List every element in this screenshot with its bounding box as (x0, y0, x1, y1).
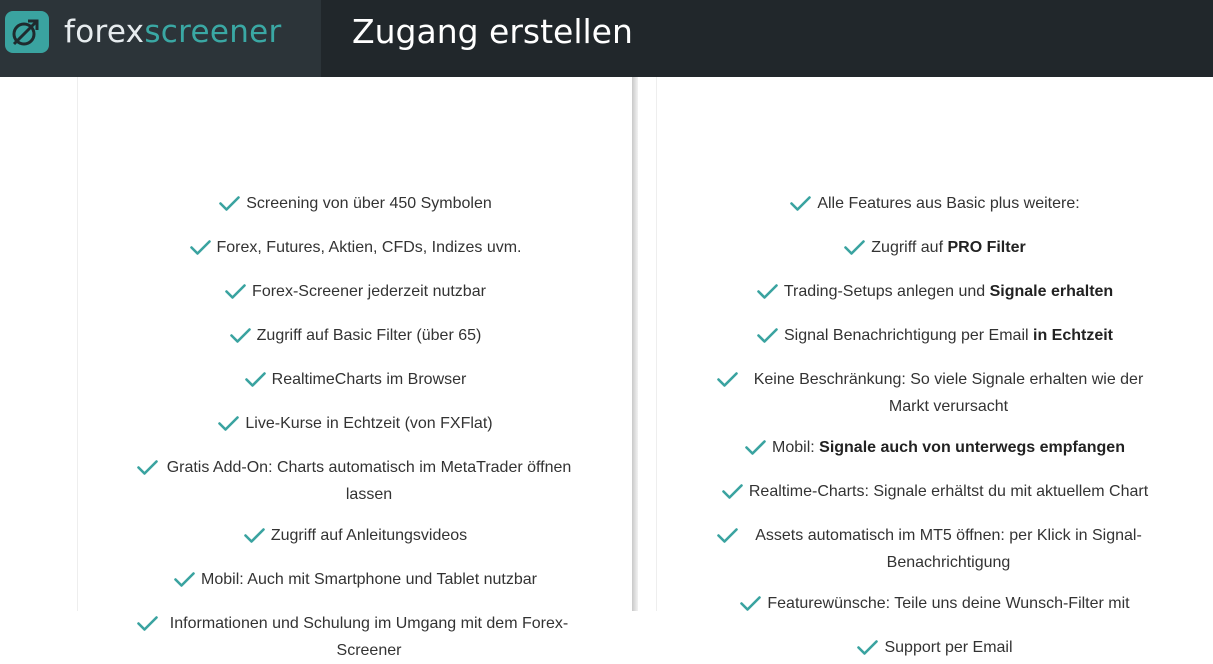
checkmark-icon (244, 372, 266, 388)
feature-highlight: in Echtzeit (1033, 327, 1114, 344)
feature-text: Signal Benachrichtigung per Email in Ech… (783, 327, 1114, 344)
feature-text: Live-Kurse in Echtzeit (von FXFlat) (245, 415, 493, 432)
logo[interactable]: forexscreener (0, 0, 321, 77)
feature-text: Trading-Setups anlegen und Signale erhal… (783, 283, 1114, 300)
feature-text: Keine Beschränkung: So viele Signale erh… (753, 371, 1144, 415)
feature-text: Zugriff auf PRO Filter (871, 239, 1026, 256)
feature-text: Mobil: Signale auch von unterwegs empfan… (772, 439, 1125, 456)
checkmark-icon (740, 596, 762, 612)
basic-feature-item: Mobil: Auch mit Smartphone und Tablet nu… (78, 566, 633, 593)
pro-feature-item: Keine Beschränkung: So viele Signale erh… (657, 366, 1213, 420)
checkmark-icon (716, 528, 738, 544)
basic-feature-item: Screening von über 450 Symbolen (78, 190, 633, 217)
feature-text: Forex, Futures, Aktien, CFDs, Indizes uv… (216, 239, 522, 256)
feature-text: Support per Email (884, 639, 1013, 656)
pro-feature-item: Mobil: Signale auch von unterwegs empfan… (657, 434, 1213, 461)
checkmark-icon (857, 640, 879, 656)
feature-text: RealtimeCharts im Browser (271, 371, 467, 388)
feature-text: Zugriff auf Anleitungsvideos (270, 527, 468, 544)
basic-feature-item: Zugriff auf Anleitungsvideos (78, 522, 633, 549)
pro-feature-item: Realtime-Charts: Signale erhältst du mit… (657, 478, 1213, 505)
feature-text: Gratis Add-On: Charts automatisch im Met… (166, 459, 572, 503)
feature-text: Realtime-Charts: Signale erhältst du mit… (748, 483, 1149, 500)
feature-text: Informationen und Schulung im Umgang mit… (169, 615, 569, 659)
checkmark-icon (790, 196, 812, 212)
checkmark-icon (757, 284, 778, 300)
page-title: Zugang erstellen (352, 12, 633, 51)
checkmark-icon (229, 328, 251, 344)
pro-feature-item: Support per Email (657, 634, 1213, 661)
feature-text: Featurewünsche: Teile uns deine Wunsch-F… (767, 595, 1130, 612)
checkmark-icon (716, 372, 738, 388)
feature-highlight: Signale auch von unterwegs empfangen (819, 439, 1125, 456)
feature-text: Zugriff auf Basic Filter (über 65) (256, 327, 482, 344)
top-bar: forexscreener Zugang erstellen (0, 0, 1213, 77)
feature-text: Alle Features aus Basic plus weitere: (817, 195, 1080, 212)
logo-wordmark: forexscreener (64, 14, 282, 50)
pro-feature-item: Featurewünsche: Teile uns deine Wunsch-F… (657, 590, 1213, 617)
basic-feature-item: RealtimeCharts im Browser (78, 366, 633, 393)
checkmark-icon (745, 440, 766, 456)
basic-feature-item: Forex, Futures, Aktien, CFDs, Indizes uv… (78, 234, 633, 261)
pro-feature-item: Zugriff auf PRO Filter (657, 234, 1213, 261)
checkmark-icon (189, 240, 211, 256)
pro-feature-item: Trading-Setups anlegen und Signale erhal… (657, 278, 1213, 305)
feature-text: Assets automatisch im MT5 öffnen: per Kl… (755, 527, 1142, 571)
checkmark-icon (244, 528, 265, 544)
pro-plan-card: Alle Features aus Basic plus weitere: Zug… (656, 77, 1213, 656)
pro-feature-item: Signal Benachrichtigung per Email in Ech… (657, 322, 1213, 349)
feature-highlight: PRO Filter (947, 239, 1026, 256)
checkmark-icon (757, 328, 778, 344)
logo-arrow-icon (5, 11, 49, 53)
pro-feature-item: Assets automatisch im MT5 öffnen: per Kl… (657, 522, 1213, 576)
pro-feature-item: Alle Features aus Basic plus weitere: (657, 190, 1213, 217)
checkmark-icon (225, 284, 246, 300)
feature-text: Mobil: Auch mit Smartphone und Tablet nu… (201, 571, 537, 588)
basic-plan-card: Screening von über 450 Symbolen Forex, Fu… (77, 77, 633, 659)
checkmark-icon (219, 196, 241, 212)
basic-feature-item: Live-Kurse in Echtzeit (von FXFlat) (78, 410, 633, 437)
checkmark-icon (137, 616, 158, 632)
checkmark-icon (844, 240, 866, 256)
basic-feature-item: Gratis Add-On: Charts automatisch im Met… (78, 454, 633, 508)
checkmark-icon (722, 484, 743, 500)
basic-feature-item: Forex-Screener jederzeit nutzbar (78, 278, 633, 305)
basic-feature-item: Zugriff auf Basic Filter (über 65) (78, 322, 633, 349)
checkmark-icon (137, 460, 158, 476)
feature-text: Forex-Screener jederzeit nutzbar (252, 283, 486, 300)
checkmark-icon (174, 572, 195, 588)
checkmark-icon (218, 416, 240, 432)
feature-text: Screening von über 450 Symbolen (246, 195, 492, 212)
basic-feature-item: Informationen und Schulung im Umgang mit… (78, 610, 633, 664)
feature-highlight: Signale erhalten (989, 283, 1114, 300)
card-divider (632, 77, 638, 611)
